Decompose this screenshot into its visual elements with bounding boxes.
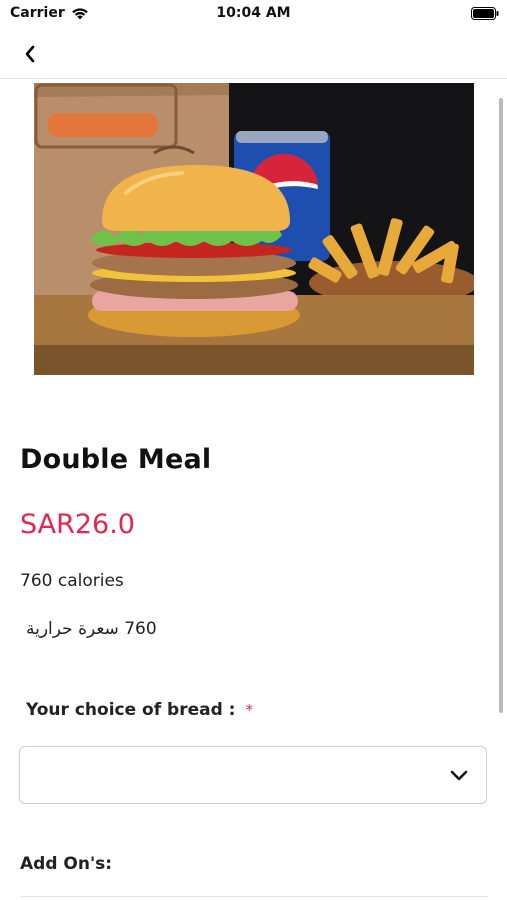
product-price: SAR26.0 (20, 509, 135, 540)
product-title: Double Meal (20, 444, 212, 475)
back-button[interactable] (14, 38, 46, 70)
product-photo (34, 83, 474, 375)
bread-select-dropdown[interactable] (19, 746, 487, 804)
scroll-indicator[interactable] (499, 98, 503, 713)
bread-choice-label: Your choice of bread : * (26, 700, 253, 720)
calories-arabic: 760 سعرة حرارية (26, 619, 157, 639)
bread-choice-text: Your choice of bread : (26, 700, 236, 720)
addons-label: Add On's: (20, 854, 113, 874)
addons-divider (20, 896, 488, 897)
nav-bar (0, 28, 507, 79)
chevron-left-icon (25, 45, 35, 63)
status-bar: Carrier 10:04 AM (0, 0, 507, 28)
calories-english: 760 calories (20, 571, 124, 591)
battery-icon (471, 7, 499, 20)
chevron-down-icon (450, 770, 468, 781)
required-marker: * (245, 701, 253, 719)
status-time: 10:04 AM (216, 5, 291, 21)
product-image (34, 83, 474, 375)
